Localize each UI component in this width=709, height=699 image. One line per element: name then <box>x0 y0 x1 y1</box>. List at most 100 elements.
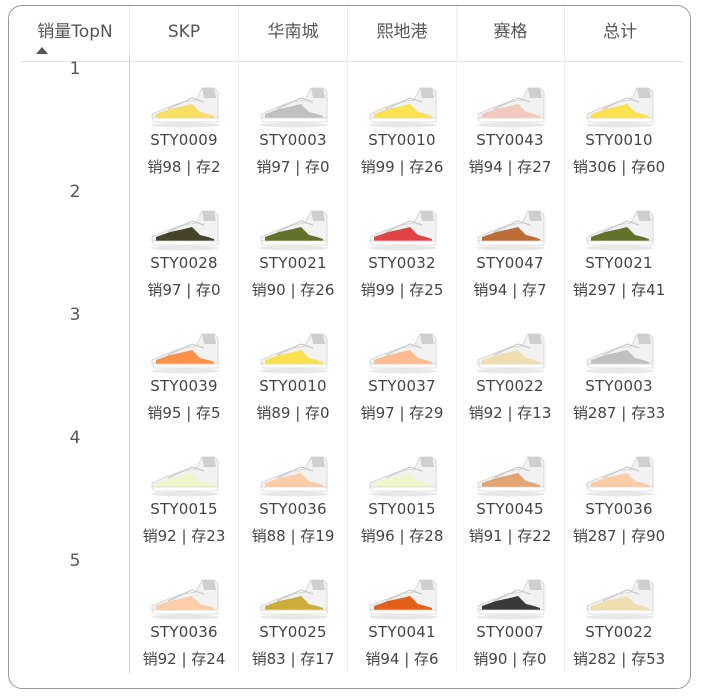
sales-stock-text: 销94 | 存6 <box>365 650 439 668</box>
sales-stock-text: 销97 | 存29 <box>360 404 444 422</box>
product-cell[interactable]: STY0045 销91 | 存22 <box>456 453 564 573</box>
product-cell[interactable]: STY0036 销88 | 存19 <box>239 453 347 573</box>
product-cell[interactable]: STY0010 销89 | 存0 <box>239 330 347 450</box>
topn-table: 销量TopN SKP 华南城 熙地港 赛格 总计 1 STY0009 销98 | 存… <box>8 5 691 689</box>
sneaker-image <box>260 210 328 251</box>
header-col-total: 总计 <box>603 22 637 42</box>
product-cell[interactable]: STY0036 销92 | 存24 <box>130 576 238 696</box>
sku-code: STY0039 <box>150 377 218 395</box>
product-cell[interactable]: STY0032 销99 | 存25 <box>348 207 456 327</box>
sales-stock-text: 销97 | 存0 <box>147 281 221 299</box>
sku-code: STY0015 <box>368 500 436 518</box>
sales-stock-text: 销287 | 存90 <box>572 527 666 545</box>
header-col-xidigang: 熙地港 <box>348 6 457 61</box>
header-col-saige: 赛格 <box>457 6 565 61</box>
sales-stock-text: 销83 | 存17 <box>251 650 335 668</box>
sneaker-image <box>151 333 219 374</box>
sku-code: STY0022 <box>585 623 653 641</box>
rank-number: 1 <box>69 59 81 79</box>
product-cell[interactable]: STY0036 销287 | 存90 <box>565 453 673 573</box>
product-cell[interactable]: STY0025 销83 | 存17 <box>239 576 347 696</box>
product-cell[interactable]: STY0047 销94 | 存7 <box>456 207 564 327</box>
sku-code: STY0036 <box>150 623 218 641</box>
product-cell[interactable]: STY0039 销95 | 存5 <box>130 330 238 450</box>
sneaker-image <box>586 87 654 128</box>
sku-code: STY0003 <box>585 377 653 395</box>
header-topn[interactable]: 销量TopN <box>21 6 130 61</box>
sneaker-image <box>586 210 654 251</box>
sales-stock-text: 销297 | 存41 <box>572 281 666 299</box>
product-cell[interactable]: STY0021 销297 | 存41 <box>565 207 673 327</box>
product-cell[interactable]: STY0010 销306 | 存60 <box>565 84 673 204</box>
sku-code: STY0025 <box>259 623 327 641</box>
sku-code: STY0021 <box>585 254 653 272</box>
sneaker-image <box>477 333 545 374</box>
product-cell[interactable]: STY0009 销98 | 存2 <box>130 84 238 204</box>
sku-code: STY0028 <box>150 254 218 272</box>
sku-code: STY0041 <box>368 623 436 641</box>
sneaker-image <box>151 456 219 497</box>
product-cell[interactable]: STY0007 销90 | 存0 <box>456 576 564 696</box>
product-cell[interactable]: STY0003 销287 | 存33 <box>565 330 673 450</box>
sku-code: STY0043 <box>476 131 544 149</box>
sales-stock-text: 销99 | 存25 <box>360 281 444 299</box>
sneaker-image <box>369 87 437 128</box>
sku-code: STY0010 <box>368 131 436 149</box>
product-cell[interactable]: STY0003 销97 | 存0 <box>239 84 347 204</box>
product-cell[interactable]: STY0015 销96 | 存28 <box>348 453 456 573</box>
sku-code: STY0036 <box>259 500 327 518</box>
product-cell[interactable]: STY0041 销94 | 存6 <box>348 576 456 696</box>
sku-code: STY0010 <box>259 377 327 395</box>
rank-number: 2 <box>69 182 81 202</box>
sales-stock-text: 销91 | 存22 <box>468 527 552 545</box>
sales-stock-text: 销94 | 存27 <box>468 158 552 176</box>
sku-code: STY0015 <box>150 500 218 518</box>
sneaker-image <box>151 210 219 251</box>
sales-stock-text: 销97 | 存0 <box>256 158 330 176</box>
sales-stock-text: 销90 | 存0 <box>473 650 547 668</box>
sneaker-image <box>369 333 437 374</box>
sku-code: STY0045 <box>476 500 544 518</box>
product-cell[interactable]: STY0021 销90 | 存26 <box>239 207 347 327</box>
sneaker-image <box>151 579 219 620</box>
header-col-skp: SKP <box>130 6 239 61</box>
product-cell[interactable]: STY0037 销97 | 存29 <box>348 330 456 450</box>
product-cell[interactable]: STY0043 销94 | 存27 <box>456 84 564 204</box>
sneaker-image <box>586 456 654 497</box>
sales-stock-text: 销95 | 存5 <box>147 404 221 422</box>
sneaker-image <box>151 87 219 128</box>
sales-stock-text: 销306 | 存60 <box>572 158 666 176</box>
sneaker-image <box>260 456 328 497</box>
rank-number: 5 <box>69 551 81 571</box>
sales-stock-text: 销96 | 存28 <box>360 527 444 545</box>
sneaker-image <box>586 333 654 374</box>
sneaker-image <box>586 579 654 620</box>
product-cell[interactable]: STY0022 销282 | 存53 <box>565 576 673 696</box>
sku-code: STY0036 <box>585 500 653 518</box>
sku-code: STY0010 <box>585 131 653 149</box>
product-cell[interactable]: STY0010 销99 | 存26 <box>348 84 456 204</box>
sneaker-image <box>260 579 328 620</box>
rank-number: 3 <box>69 305 81 325</box>
sales-stock-text: 销88 | 存19 <box>251 527 335 545</box>
product-cell[interactable]: STY0015 销92 | 存23 <box>130 453 238 573</box>
sneaker-image <box>477 87 545 128</box>
sku-code: STY0007 <box>476 623 544 641</box>
sort-asc-icon[interactable] <box>36 47 48 54</box>
sneaker-image <box>260 87 328 128</box>
sales-stock-text: 销92 | 存23 <box>142 527 226 545</box>
header-col-huanancheng: 华南城 <box>239 6 348 61</box>
sku-code: STY0021 <box>259 254 327 272</box>
sku-code: STY0037 <box>368 377 436 395</box>
product-cell[interactable]: STY0022 销92 | 存13 <box>456 330 564 450</box>
table-header: 销量TopN SKP 华南城 熙地港 赛格 总计 <box>21 6 683 62</box>
sneaker-image <box>477 210 545 251</box>
sku-code: STY0003 <box>259 131 327 149</box>
sneaker-image <box>369 210 437 251</box>
product-cell[interactable]: STY0028 销97 | 存0 <box>130 207 238 327</box>
sneaker-image <box>369 579 437 620</box>
sales-stock-text: 销90 | 存26 <box>251 281 335 299</box>
sales-stock-text: 销98 | 存2 <box>147 158 221 176</box>
sales-stock-text: 销287 | 存33 <box>572 404 666 422</box>
sku-code: STY0022 <box>476 377 544 395</box>
